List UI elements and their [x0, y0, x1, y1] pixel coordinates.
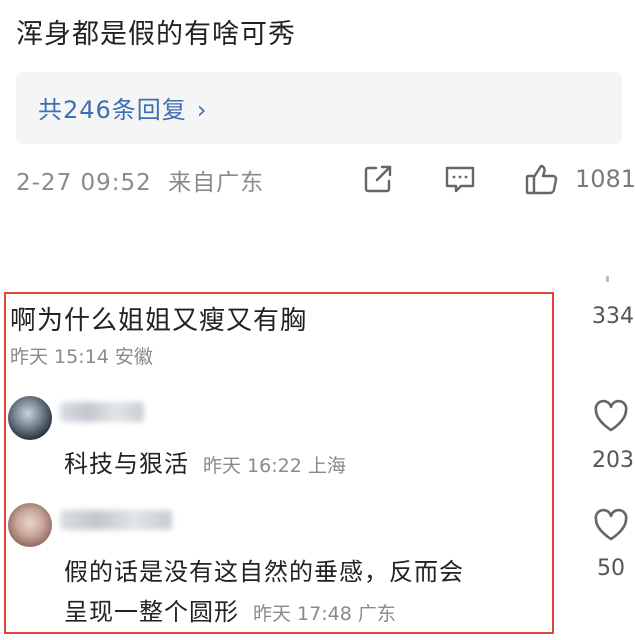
comment-button[interactable]: [440, 160, 480, 198]
reply-text-line2: 呈现一整个圆形 昨天 17:48 广东: [64, 592, 396, 627]
reply-text-content: 呈现一整个圆形: [64, 598, 239, 626]
reply-like-button[interactable]: [591, 505, 631, 549]
top-comment-meta: 2-27 09:52 来自广东: [16, 163, 264, 197]
reply-text: 科技与狠活 昨天 16:22 上海: [64, 444, 346, 479]
heart-icon: [594, 399, 628, 432]
comment-text: 啊为什么姐姐又瘦又有胸: [10, 306, 308, 336]
top-comment-text: 浑身都是假的有啥可秀: [16, 19, 296, 50]
comment-icon: [445, 166, 475, 193]
reply-meta: 昨天 16:22 上海: [203, 455, 346, 477]
reply-text-content: 科技与狠活: [64, 450, 189, 478]
top-comment-like-count: 1081: [575, 165, 635, 193]
like-button[interactable]: [522, 160, 562, 198]
replies-panel[interactable]: 共246条回复 ›: [16, 72, 622, 144]
reply-text-line1: 假的话是没有这自然的垂感，反而会: [64, 558, 464, 586]
comment-like-count[interactable]: 334: [592, 304, 634, 329]
heart-icon: [594, 508, 628, 541]
comment-meta: 昨天 15:14 安徽: [10, 346, 153, 368]
share-icon: [364, 165, 392, 193]
reply-like-count: 203: [592, 448, 634, 473]
blurred-username: [60, 510, 172, 530]
view-replies-link[interactable]: 共246条回复 ›: [38, 90, 207, 125]
chevron-right-icon: ›: [196, 96, 208, 124]
reply-like-count: 50: [597, 556, 625, 581]
share-button[interactable]: [358, 160, 398, 198]
reply-meta: 昨天 17:48 广东: [253, 603, 396, 625]
divider-mark: [606, 276, 609, 282]
top-comment-timestamp: 2-27 09:52: [16, 170, 152, 196]
reply-like-button[interactable]: [591, 396, 631, 440]
top-comment-location: 来自广东: [168, 170, 265, 196]
avatar[interactable]: [8, 396, 52, 440]
thumbs-up-icon: [525, 164, 558, 195]
blurred-username: [60, 402, 144, 422]
avatar[interactable]: [8, 503, 52, 547]
replies-link-label: 共246条回复: [38, 96, 187, 124]
